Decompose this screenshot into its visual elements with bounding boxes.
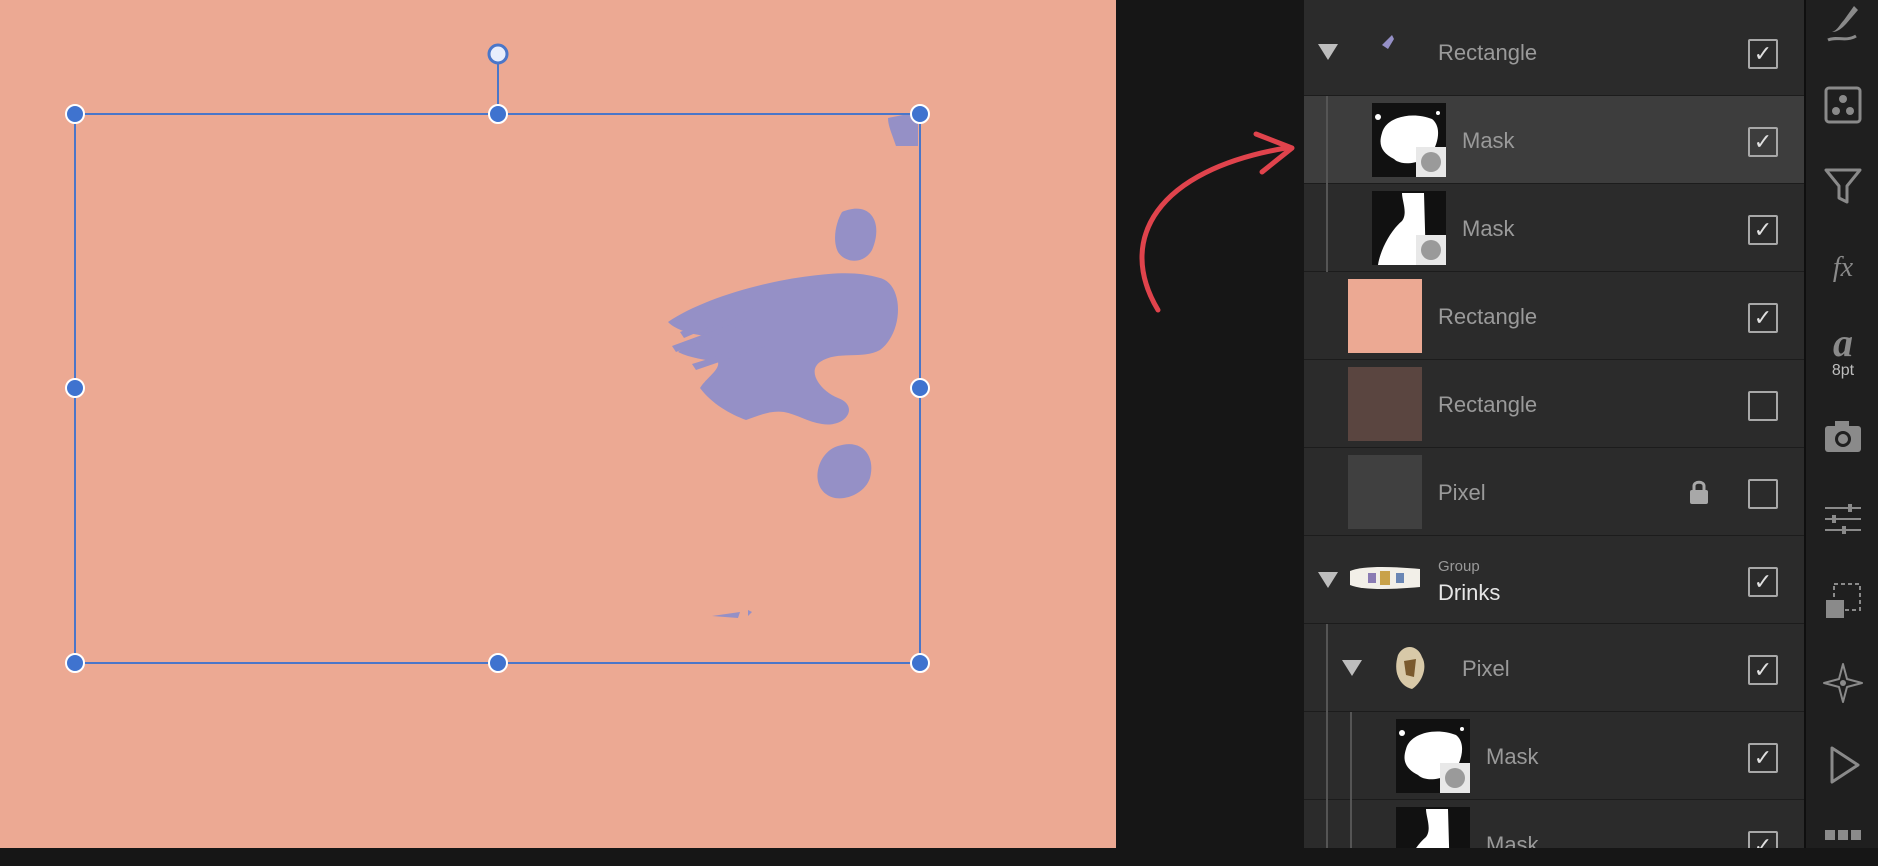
handle-top-center[interactable]	[488, 104, 508, 124]
indent-guide	[1326, 96, 1328, 184]
play-icon[interactable]	[1820, 742, 1866, 788]
layer-row[interactable]: Mask ✓	[1304, 800, 1804, 848]
layer-row[interactable]: Mask ✓	[1304, 712, 1804, 800]
visibility-checkbox[interactable]: ✓	[1748, 743, 1778, 773]
character-size-label: 8pt	[1831, 362, 1855, 379]
indent-guide	[1326, 800, 1328, 848]
visibility-checkbox[interactable]: ✓	[1748, 655, 1778, 685]
grid-icon[interactable]	[1820, 820, 1866, 866]
canvas-gutter	[1116, 0, 1304, 848]
handle-bottom-center[interactable]	[488, 653, 508, 673]
indent-guide	[1350, 712, 1352, 800]
svg-text:a: a	[1833, 320, 1853, 365]
handle-middle-right[interactable]	[910, 378, 930, 398]
canvas-background	[0, 0, 1116, 848]
visibility-checkbox[interactable]: ✓	[1748, 303, 1778, 333]
expand-triangle-icon[interactable]	[1342, 660, 1362, 676]
layer-row[interactable]: Rectangle ✓	[1304, 8, 1804, 96]
studio-toolbar: fx a 8pt	[1804, 0, 1878, 848]
layer-row[interactable]: Mask ✓	[1304, 96, 1804, 184]
lock-icon[interactable]	[1688, 479, 1710, 505]
layer-label[interactable]: Rectangle	[1438, 304, 1537, 330]
visibility-checkbox[interactable]	[1748, 391, 1778, 421]
rotation-handle[interactable]	[487, 43, 509, 65]
indent-guide	[1326, 624, 1328, 712]
camera-icon[interactable]	[1820, 414, 1866, 460]
layer-row[interactable]: Group Drinks ✓	[1304, 536, 1804, 624]
visibility-checkbox[interactable]: ✓	[1748, 831, 1778, 848]
svg-text:fx: fx	[1833, 252, 1854, 283]
layer-thumbnail	[1348, 455, 1422, 529]
handle-middle-left[interactable]	[65, 378, 85, 398]
annotation-arrow	[1139, 131, 1295, 313]
layer-label[interactable]: Rectangle	[1438, 392, 1537, 418]
handle-bottom-left[interactable]	[65, 653, 85, 673]
transform-icon[interactable]	[1820, 578, 1866, 624]
layer-row[interactable]: Pixel	[1304, 448, 1804, 536]
adjustments-icon[interactable]	[1820, 496, 1866, 542]
layer-thumbnail	[1372, 191, 1446, 265]
swatches-icon[interactable]	[1820, 82, 1866, 128]
handle-bottom-right[interactable]	[910, 653, 930, 673]
layer-thumbnail	[1348, 279, 1422, 353]
layer-label[interactable]: Pixel	[1462, 656, 1510, 682]
layer-label[interactable]: Mask	[1486, 832, 1539, 848]
visibility-checkbox[interactable]: ✓	[1748, 567, 1778, 597]
character-icon[interactable]: a	[1820, 320, 1866, 366]
filter-icon[interactable]	[1820, 162, 1866, 208]
expand-triangle-icon[interactable]	[1318, 572, 1338, 588]
layer-thumbnail	[1396, 719, 1470, 793]
layer-type-label: Group	[1438, 558, 1480, 575]
layer-row[interactable]: Rectangle	[1304, 360, 1804, 448]
layer-thumbnail	[1348, 367, 1422, 441]
layer-row[interactable]: Mask ✓	[1304, 184, 1804, 272]
layer-thumbnail	[1348, 15, 1422, 89]
layer-name[interactable]: Drinks	[1438, 580, 1500, 606]
layers-panel[interactable]: Rectangle ✓ Mask ✓ Mask ✓ Rectangle ✓ Rectangle P…	[1304, 0, 1804, 848]
layer-thumbnail	[1372, 103, 1446, 177]
layer-thumbnail	[1348, 543, 1422, 617]
indent-guide	[1350, 800, 1352, 848]
visibility-checkbox[interactable]: ✓	[1748, 127, 1778, 157]
layer-row[interactable]: Rectangle ✓	[1304, 272, 1804, 360]
document-canvas[interactable]	[0, 0, 1116, 848]
layer-row[interactable]: Pixel ✓	[1304, 624, 1804, 712]
layer-thumbnail	[1372, 631, 1446, 705]
layer-label[interactable]: Pixel	[1438, 480, 1486, 506]
visibility-checkbox[interactable]	[1748, 479, 1778, 509]
layer-label[interactable]: Mask	[1462, 216, 1515, 242]
navigator-icon[interactable]	[1820, 660, 1866, 706]
canvas-artwork[interactable]	[0, 0, 1116, 848]
layer-thumbnail	[1396, 807, 1470, 848]
expand-triangle-icon[interactable]	[1318, 44, 1338, 60]
layer-label[interactable]: Mask	[1462, 128, 1515, 154]
visibility-checkbox[interactable]: ✓	[1748, 39, 1778, 69]
handle-top-left[interactable]	[65, 104, 85, 124]
visibility-checkbox[interactable]: ✓	[1748, 215, 1778, 245]
layer-label[interactable]: Rectangle	[1438, 40, 1537, 66]
handle-top-right[interactable]	[910, 104, 930, 124]
layer-label[interactable]: Mask	[1486, 744, 1539, 770]
brush-icon[interactable]	[1820, 0, 1866, 46]
indent-guide	[1326, 712, 1328, 800]
fx-icon[interactable]: fx	[1820, 244, 1866, 290]
indent-guide	[1326, 184, 1328, 272]
